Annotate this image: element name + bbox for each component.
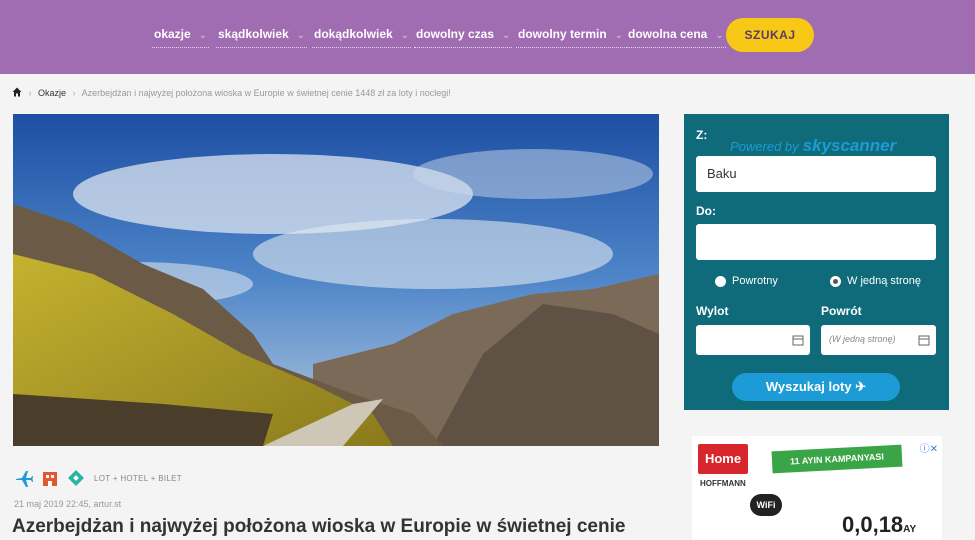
breadcrumb-separator: › xyxy=(72,88,76,98)
return-label: Powrót xyxy=(821,304,862,318)
to-label: Do: xyxy=(696,204,716,218)
ad-price: 0,0,18AY xyxy=(842,512,916,538)
radio-dot xyxy=(715,275,726,287)
radio-return-label: Powrotny xyxy=(732,275,778,287)
ticket-icon xyxy=(68,470,84,486)
article-meta: 21 maj 2019 22:45, artur.st xyxy=(14,499,122,509)
nav-to-label: dokądkolwiek xyxy=(314,27,393,41)
advertisement[interactable]: Home HOFFMANN 11 AYIN KAMPANYASI WiFi 0,… xyxy=(692,436,942,540)
from-input[interactable]: Baku xyxy=(696,156,936,192)
nav-okazje-label: okazje xyxy=(154,27,191,41)
plane-icon: ✈ xyxy=(855,379,867,394)
chevron-down-icon: ⌄ xyxy=(715,30,724,41)
ad-campaign-banner: 11 AYIN KAMPANYASI xyxy=(771,444,903,474)
chevron-down-icon: ⌄ xyxy=(614,30,624,41)
depart-label: Wylot xyxy=(696,304,729,318)
article-tags: LOT + HOTEL + BILET xyxy=(14,468,182,488)
ad-home-logo: Home xyxy=(698,444,748,474)
nav-from-label: skądkolwiek xyxy=(218,27,289,41)
ad-hoffmann-text: HOFFMANN xyxy=(700,479,746,488)
home-icon[interactable] xyxy=(12,87,22,97)
from-label: Z: xyxy=(696,128,708,142)
radio-return[interactable]: Powrotny xyxy=(715,275,778,287)
hero-image xyxy=(13,114,659,446)
nav-any-date-label: dowolny termin xyxy=(518,27,607,41)
article-title: Azerbejdżan i najwyżej położona wioska w… xyxy=(12,516,626,537)
nav-any-date[interactable]: dowolny termin ⌄ xyxy=(516,22,626,48)
ad-price-value: 0,0,18 xyxy=(842,512,904,537)
to-input[interactable] xyxy=(696,224,936,260)
flight-search-widget: Z: Powered by skyscanner Baku Do: Powrotn… xyxy=(684,114,949,410)
skyscanner-logo: skyscanner xyxy=(802,136,897,155)
mountain-landscape-image xyxy=(13,114,659,446)
chevron-down-icon: ⌄ xyxy=(296,30,306,41)
powered-by-text: Powered by xyxy=(730,139,799,154)
return-date-placeholder: (W jedną stronę) xyxy=(829,334,896,344)
nav-any-time[interactable]: dowolny czas ⌄ xyxy=(414,22,513,48)
nav-any-price[interactable]: dowolna cena ⌄ xyxy=(626,22,726,48)
breadcrumb-current: Azerbejdżan i najwyżej położona wioska w… xyxy=(81,88,451,98)
calendar-icon xyxy=(918,335,930,346)
nav-to[interactable]: dokądkolwiek ⌄ xyxy=(312,22,412,48)
radio-dot-selected xyxy=(830,275,841,287)
return-date-input[interactable]: (W jedną stronę) xyxy=(821,325,936,355)
chevron-down-icon: ⌄ xyxy=(400,30,410,41)
breadcrumb-separator: › xyxy=(28,88,32,98)
chevron-down-icon: ⌄ xyxy=(502,30,511,41)
search-flights-button[interactable]: Wyszukaj loty ✈ xyxy=(732,373,900,401)
depart-date-input[interactable] xyxy=(696,325,810,355)
wifi-icon: WiFi xyxy=(750,494,782,516)
calendar-icon xyxy=(792,335,804,346)
plane-icon xyxy=(16,471,33,487)
from-input-value: Baku xyxy=(707,166,737,181)
nav-any-price-label: dowolna cena xyxy=(628,27,708,41)
chevron-down-icon: ⌄ xyxy=(198,30,208,41)
search-button[interactable]: SZUKAJ xyxy=(726,18,814,52)
nav-any-time-label: dowolny czas xyxy=(416,27,495,41)
nav-okazje[interactable]: okazje ⌄ xyxy=(152,22,210,48)
breadcrumb: › Okazje › Azerbejdżan i najwyżej położo… xyxy=(12,87,451,98)
adchoices-icon[interactable]: ⓘ✕ xyxy=(920,440,938,455)
ad-price-suffix: AY xyxy=(903,524,917,535)
radio-oneway-label: W jedną stronę xyxy=(847,275,921,287)
breadcrumb-link-okazje[interactable]: Okazje xyxy=(38,88,66,98)
tags-label: LOT + HOTEL + BILET xyxy=(94,473,182,483)
nav-from[interactable]: skądkolwiek ⌄ xyxy=(216,22,308,48)
radio-one-way[interactable]: W jedną stronę xyxy=(830,275,921,287)
powered-by-skyscanner[interactable]: Powered by skyscanner xyxy=(730,136,896,156)
filter-nav: okazje ⌄ skądkolwiek ⌄ dokądkolwiek ⌄ dowol… xyxy=(0,0,975,74)
hotel-icon xyxy=(43,472,57,486)
search-flights-label: Wyszukaj loty xyxy=(765,379,852,394)
